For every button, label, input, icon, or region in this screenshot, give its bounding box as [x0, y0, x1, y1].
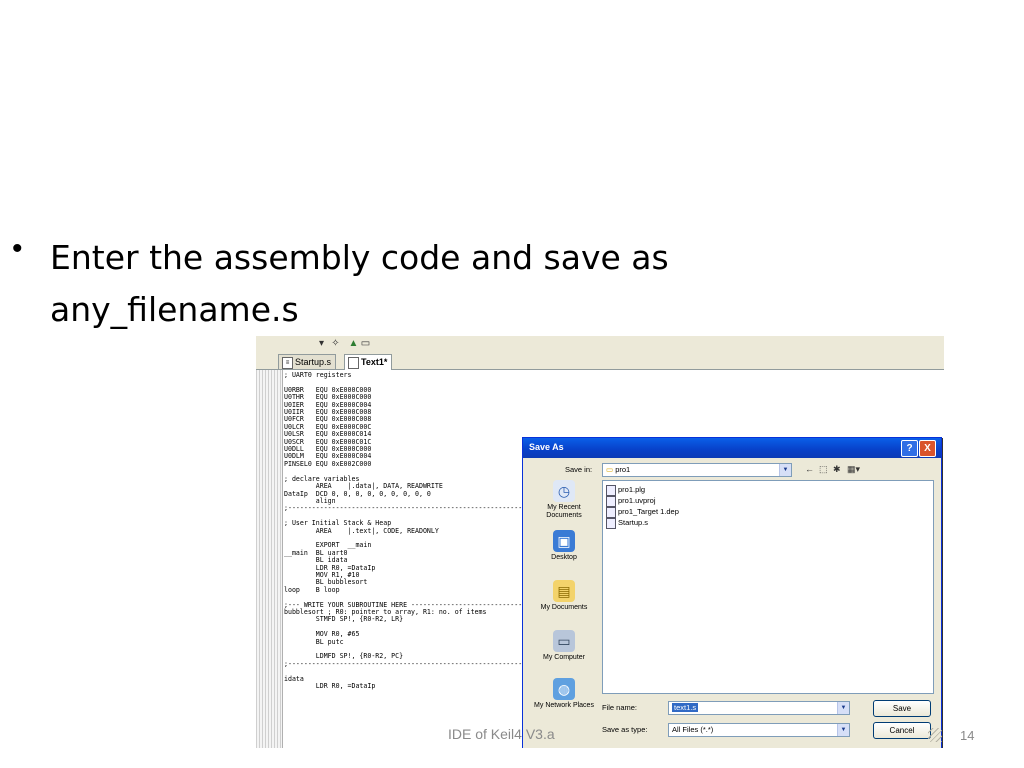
place-label: My Network Places [534, 702, 594, 709]
list-item[interactable]: pro1.plg [606, 484, 646, 496]
views-menu-icon[interactable]: ▦▾ [847, 463, 860, 475]
place-label: My Recent Documents [546, 504, 582, 519]
asm-file-icon: ≡ [282, 357, 293, 369]
file-name-value: text1.s [672, 702, 699, 714]
list-item[interactable]: pro1_Target 1.dep [606, 506, 679, 518]
file-name: pro1.uvproj [618, 496, 656, 505]
place-network[interactable]: ◍ My Network Places [529, 678, 599, 726]
bullet-line-2: any_filename.s [50, 290, 299, 329]
place-label: My Computer [542, 654, 585, 661]
save-in-select[interactable]: ▭ pro1 ▼ [602, 463, 792, 477]
page-number: 14 [960, 728, 975, 743]
build-icon[interactable]: ▲ [348, 338, 359, 349]
tab-label: Text1* [361, 357, 388, 367]
desktop-icon: ▣ [553, 530, 575, 552]
file-list[interactable]: pro1.plg pro1.uvproj pro1_Target 1.dep S… [602, 480, 934, 694]
file-name: Startup.s [618, 518, 649, 527]
tab-text1[interactable]: Text1* [344, 354, 393, 370]
place-desktop[interactable]: ▣ Desktop [529, 530, 599, 578]
tab-startup[interactable]: ≡ Startup.s [278, 354, 337, 369]
file-name-label: File name: [602, 703, 638, 712]
save-as-type-label: Save as type: [602, 725, 648, 734]
new-folder-icon[interactable]: ✱ [833, 463, 841, 475]
places-bar: ◷ My Recent Documents ▣ Desktop ▤ My Doc… [529, 480, 599, 746]
chevron-down-icon: ▼ [779, 464, 791, 476]
folder-icon: ▭ [606, 465, 614, 474]
network-places-icon: ◍ [553, 678, 575, 700]
help-button[interactable]: ? [901, 440, 918, 457]
file-name-text: text1.s [672, 703, 699, 712]
place-my-documents[interactable]: ▤ My Documents [529, 580, 599, 628]
save-as-dialog: Save As ? X Save in: ▭ pro1 ▼ ← ⬚ ✱ ▦▾ ◷… [522, 437, 942, 748]
file-name-field[interactable]: text1.s ▼ [668, 701, 850, 715]
place-recent-documents[interactable]: ◷ My Recent Documents [529, 480, 599, 528]
my-documents-icon: ▤ [553, 580, 575, 602]
save-as-type-value: All Files (*.*) [672, 725, 714, 734]
chevron-down-icon: ▼ [837, 724, 849, 736]
place-label: Desktop [551, 554, 577, 561]
toolbar: ▾ ✧ ▲ ▭ [256, 336, 944, 352]
tab-label: Startup.s [295, 357, 332, 367]
recent-documents-icon: ◷ [553, 480, 575, 502]
bullet-marker: • [12, 232, 23, 265]
place-label: My Documents [540, 604, 588, 611]
bullet-line-1: Enter the assembly code and save as [50, 238, 669, 277]
place-my-computer[interactable]: ▭ My Computer [529, 630, 599, 678]
dropdown-arrow-icon[interactable]: ▾ [316, 338, 327, 349]
save-button[interactable]: Save [873, 700, 931, 717]
chevron-down-icon: ▼ [837, 702, 849, 714]
dialog-titlebar[interactable]: Save As ? X [523, 438, 941, 458]
editor-tabs: ≡ Startup.s Text1* [256, 352, 944, 370]
my-computer-icon: ▭ [553, 630, 575, 652]
back-icon[interactable]: ← [805, 463, 814, 475]
file-name: pro1_Target 1.dep [618, 507, 679, 516]
close-button[interactable]: X [919, 440, 936, 457]
resize-grip-icon[interactable] [928, 728, 942, 742]
list-item[interactable]: Startup.s [606, 517, 649, 529]
line-gutter [256, 370, 283, 748]
cancel-button[interactable]: Cancel [873, 722, 931, 739]
save-in-text: pro1 [615, 465, 631, 474]
file-icon [606, 518, 616, 529]
text-file-icon [348, 357, 359, 369]
list-item[interactable]: pro1.uvproj [606, 495, 656, 507]
save-in-label: Save in: [565, 465, 593, 474]
save-as-type-select[interactable]: All Files (*.*) ▼ [668, 723, 850, 737]
wand-icon[interactable]: ✧ [330, 338, 341, 349]
bullet-text: Enter the assembly code and save as any_… [50, 232, 669, 336]
dialog-title: Save As [529, 442, 564, 452]
window-icon[interactable]: ▭ [360, 338, 371, 349]
slide-footer: IDE of Keil4 V3.a [448, 726, 555, 742]
up-folder-icon[interactable]: ⬚ [819, 463, 828, 475]
save-in-value: ▭ pro1 [606, 464, 630, 476]
ide-screenshot: ▾ ✧ ▲ ▭ ≡ Startup.s Text1* ; UART0 regis… [256, 336, 944, 748]
file-name: pro1.plg [618, 485, 646, 494]
